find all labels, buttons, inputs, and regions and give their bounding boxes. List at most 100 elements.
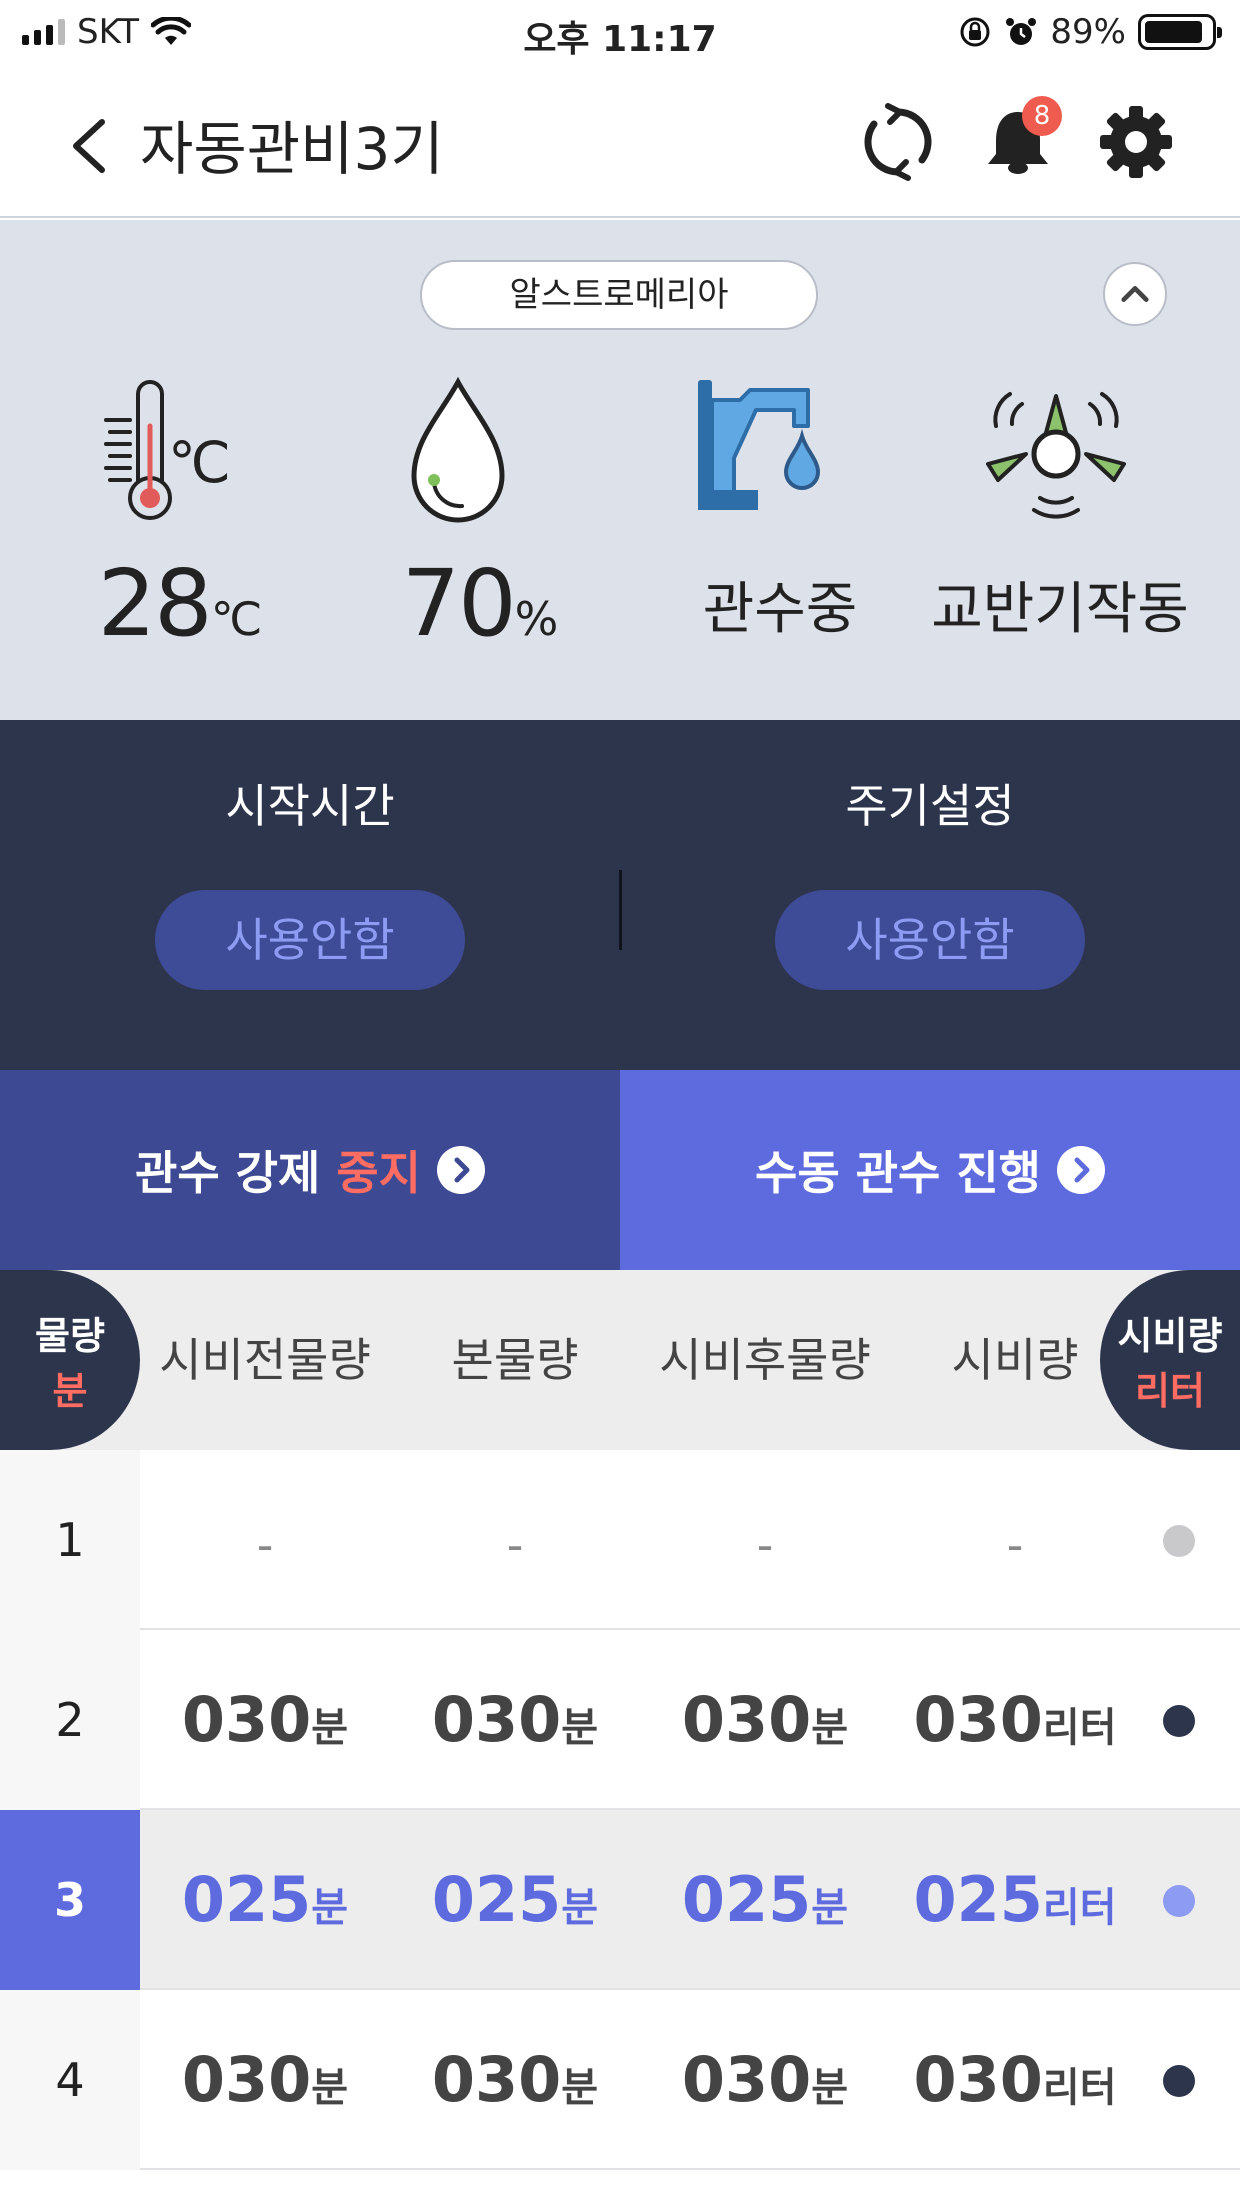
column-header: 본물량 — [451, 1333, 579, 1387]
column-header: 시비후물량 — [659, 1333, 871, 1387]
cell-unit: 분 — [561, 2065, 599, 2111]
cell-unit: 분 — [561, 1885, 599, 1931]
cell-unit: 리터 — [1042, 1705, 1117, 1751]
row-status-dot — [1163, 1705, 1195, 1737]
irrigation-status-text: 관수중 — [702, 577, 858, 642]
notification-count-badge: 8 — [1022, 96, 1062, 136]
table-cell[interactable]: - — [140, 1450, 390, 1630]
cell-unit: 리터 — [1042, 2065, 1117, 2111]
cell-unit: 리터 — [1042, 1885, 1117, 1931]
manual-irrigation-label: 수동 관수 진행 — [755, 1146, 1041, 1200]
water-unit-value: 분 — [52, 1369, 88, 1413]
humidity-number: 70 — [401, 550, 517, 657]
temperature-unit: ℃ — [210, 592, 263, 646]
start-time-label: 시작시간 — [225, 779, 395, 833]
table-cell[interactable]: - — [890, 1450, 1140, 1630]
celsius-glyph: ℃ — [168, 431, 231, 494]
row-status-dot — [1163, 1525, 1195, 1557]
table-cell[interactable]: 025리터 — [890, 1810, 1140, 1990]
cell-unit: 분 — [311, 2065, 349, 2111]
irrigation-status: 관수중 — [630, 370, 930, 690]
water-drop-icon — [411, 376, 505, 523]
cycle-label: 주기설정 — [845, 779, 1015, 833]
back-chevron-icon[interactable] — [58, 106, 118, 186]
table-row[interactable]: 3 025분 025분 025분 025리터 — [0, 1810, 1240, 1990]
cell-value: - — [506, 1518, 524, 1572]
gear-icon[interactable] — [1096, 102, 1176, 182]
table-cell[interactable]: - — [640, 1450, 890, 1630]
table-cell[interactable]: 030분 — [390, 1630, 640, 1810]
table-cell[interactable]: 025분 — [140, 1810, 390, 1990]
fertilizer-unit-value: 리터 — [1135, 1369, 1205, 1413]
table-cell[interactable]: 030리터 — [890, 1630, 1140, 1810]
battery-percent: 89% — [1050, 12, 1126, 52]
app-header: 자동관비3기 8 — [0, 66, 1240, 218]
cell-unit: 분 — [811, 2065, 849, 2111]
orientation-lock-icon — [960, 17, 990, 47]
alarm-icon — [1006, 18, 1037, 45]
cell-value: 030 — [913, 1683, 1043, 1756]
table-cell[interactable]: 030분 — [640, 1990, 890, 2170]
table-cell[interactable]: 030분 — [140, 1630, 390, 1810]
force-stop-label: 관수 강제 중지 — [135, 1137, 421, 1203]
row-index: 2 — [0, 1630, 140, 1810]
humidity-value: 70% — [330, 550, 630, 657]
agitator-status: 교반기작동 — [910, 370, 1210, 690]
row-status-dot — [1163, 2065, 1195, 2097]
force-stop-accent: 중지 — [336, 1146, 421, 1200]
temperature-number: 28 — [97, 550, 213, 657]
table-cell[interactable]: - — [390, 1450, 640, 1630]
force-stop-irrigation-button[interactable]: 관수 강제 중지 — [0, 1070, 620, 1270]
table-cell[interactable]: 025분 — [390, 1810, 640, 1990]
cell-unit: 분 — [811, 1885, 849, 1931]
force-stop-prefix: 관수 강제 — [135, 1146, 337, 1200]
row-index: 4 — [0, 1990, 140, 2170]
cell-value: 030 — [431, 1683, 562, 1756]
table-row[interactable]: 4 030분 030분 030분 030리터 — [0, 1990, 1240, 2170]
cell-unit: 분 — [561, 1705, 599, 1751]
table-row[interactable]: 2 030분 030분 030분 030리터 — [0, 1630, 1240, 1810]
table-cell[interactable]: 030분 — [390, 1990, 640, 2170]
cell-value: 025 — [681, 1863, 812, 1936]
chevron-right-circle-icon — [1056, 1146, 1105, 1194]
table-row[interactable]: 1 - - - - — [0, 1450, 1240, 1630]
cell-value: 030 — [681, 2043, 812, 2116]
water-unit-label: 물량 — [35, 1314, 105, 1358]
refresh-icon[interactable] — [858, 102, 938, 182]
status-bar: SKT 오후 11:17 89% — [0, 0, 1240, 66]
table-cell[interactable]: 030분 — [640, 1630, 890, 1810]
temperature-sensor: ℃ 28℃ — [30, 370, 330, 690]
table-header: 물량 분 시비전물량 본물량 시비후물량 시비량 시비량 리터 — [0, 1270, 1240, 1450]
table-cell[interactable]: 030리터 — [890, 1990, 1140, 2170]
status-right: 89% — [958, 12, 1222, 52]
humidity-sensor: 70% — [330, 370, 630, 690]
humidity-unit: % — [514, 592, 559, 646]
agitator-status-text-wrap: 교반기작동 — [910, 550, 1210, 670]
manual-irrigation-button[interactable]: 수동 관수 진행 — [620, 1070, 1240, 1270]
cycle-button[interactable]: 사용안함 — [775, 890, 1085, 990]
start-time-button[interactable]: 사용안함 — [155, 890, 465, 990]
cell-unit: 분 — [311, 1705, 349, 1751]
temperature-value: 28℃ — [30, 550, 330, 657]
crop-name-pill[interactable]: 알스트로메리아 — [420, 260, 818, 330]
column-header: 시비전물량 — [159, 1333, 371, 1387]
cycle-section: 주기설정 사용안함 — [620, 720, 1240, 1070]
fertilizer-unit-label: 시비량 — [1117, 1314, 1223, 1358]
table-cell[interactable]: 025분 — [640, 1810, 890, 1990]
water-unit-toggle[interactable]: 물량 분 — [0, 1270, 140, 1450]
cell-value: 030 — [181, 1683, 312, 1756]
notifications-button[interactable]: 8 — [978, 96, 1062, 182]
schedule-panel: 시작시간 사용안함 주기설정 사용안함 — [0, 720, 1240, 1070]
page-title: 자동관비3기 — [140, 115, 444, 183]
cell-unit: 분 — [311, 1885, 349, 1931]
table-cell[interactable]: 030분 — [140, 1990, 390, 2170]
cell-value: 030 — [913, 2043, 1043, 2116]
sensor-panel: 알스트로메리아 ℃ 28℃ 70% 관수중 교반기작동 — [0, 220, 1240, 720]
fan-icon — [986, 392, 1126, 519]
battery-fill — [1145, 21, 1202, 43]
cell-value: - — [256, 1518, 274, 1572]
row-index: 1 — [0, 1450, 140, 1630]
collapse-up-icon[interactable] — [1103, 262, 1167, 326]
agitator-status-text: 교반기작동 — [931, 577, 1189, 642]
cell-value: 030 — [681, 1683, 812, 1756]
